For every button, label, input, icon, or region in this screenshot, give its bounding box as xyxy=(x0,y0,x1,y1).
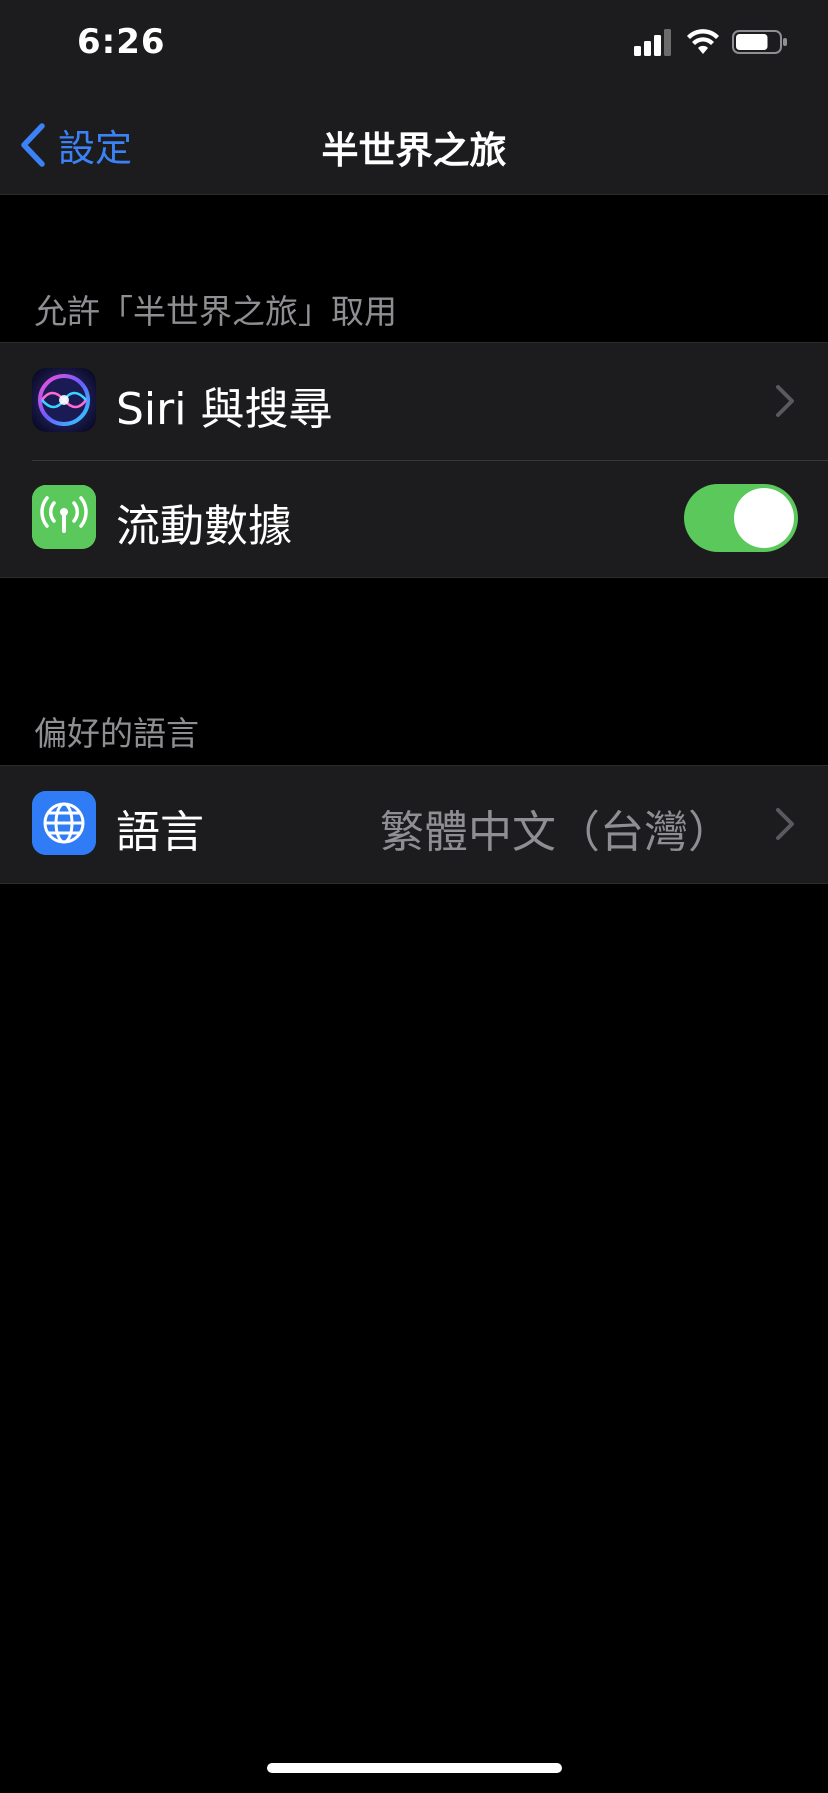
cellular-antenna-icon xyxy=(32,485,96,549)
settings-group-language: 語言 繁體中文（台灣） xyxy=(0,765,828,884)
status-bar: 6:26 xyxy=(0,0,828,90)
settings-group-access: Siri 與搜尋 流動數據 xyxy=(0,342,828,578)
siri-search-label: Siri 與搜尋 xyxy=(116,384,333,435)
cellular-data-row: 流動數據 xyxy=(0,460,828,577)
toggle-knob xyxy=(734,488,794,548)
chevron-left-icon xyxy=(21,123,45,167)
chevron-right-icon xyxy=(776,808,794,840)
status-time: 6:26 xyxy=(77,22,166,62)
section-header-language: 偏好的語言 xyxy=(34,714,199,753)
battery-icon xyxy=(732,30,787,54)
cellular-signal-icon xyxy=(634,29,671,56)
siri-search-row[interactable]: Siri 與搜尋 xyxy=(0,343,828,460)
home-indicator[interactable] xyxy=(267,1763,562,1773)
cellular-data-toggle[interactable] xyxy=(684,484,798,552)
cellular-data-label: 流動數據 xyxy=(116,501,292,552)
globe-icon xyxy=(32,791,96,855)
wifi-icon xyxy=(687,29,719,54)
siri-icon xyxy=(32,368,96,432)
back-button-label: 設定 xyxy=(58,127,132,170)
chevron-right-icon xyxy=(776,385,794,417)
status-icons xyxy=(634,28,788,56)
language-row[interactable]: 語言 繁體中文（台灣） xyxy=(0,766,828,883)
section-header-access: 允許「半世界之旅」取用 xyxy=(34,292,397,331)
language-value: 繁體中文（台灣） xyxy=(380,807,732,858)
navigation-bar: 半世界之旅 設定 xyxy=(0,90,828,195)
back-button[interactable]: 設定 xyxy=(18,118,132,172)
language-label: 語言 xyxy=(116,807,204,858)
